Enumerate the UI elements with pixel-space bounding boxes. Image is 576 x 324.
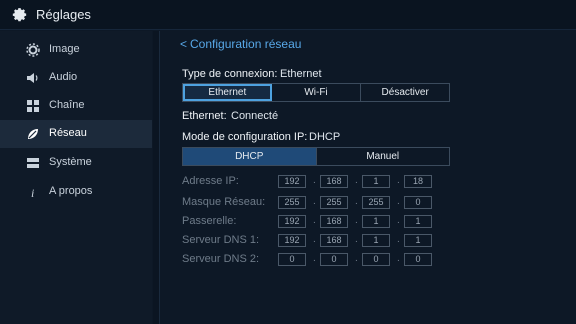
- sidebar-item-chaine[interactable]: Chaîne: [0, 92, 152, 120]
- connection-type-value: Ethernet: [280, 68, 322, 80]
- sidebar-item-systeme[interactable]: Système: [0, 149, 152, 177]
- octet-separator: .: [355, 253, 358, 264]
- title-bar: Réglages: [0, 0, 576, 30]
- option-manuel[interactable]: Manuel: [317, 148, 450, 165]
- octet-separator: .: [313, 175, 316, 186]
- sidebar-item-reseau[interactable]: Réseau: [0, 120, 152, 148]
- octet-separator: .: [397, 215, 400, 226]
- sidebar-item-label: Chaîne: [49, 99, 85, 111]
- network-config-panel: < Configuration réseau Type de connexion:…: [160, 31, 576, 324]
- octet-field: 1: [362, 215, 390, 228]
- octet-field: 0: [362, 253, 390, 266]
- gear-icon: [12, 8, 27, 22]
- field-label: Serveur DNS 1:: [182, 234, 260, 246]
- octet-separator: .: [313, 234, 316, 245]
- octet-separator: .: [355, 215, 358, 226]
- field-label: Passerelle:: [182, 215, 237, 227]
- option-dhcp[interactable]: DHCP: [183, 148, 317, 165]
- octet-separator: .: [397, 234, 400, 245]
- system-icon: [27, 158, 39, 168]
- octet-field: 1: [362, 234, 390, 247]
- sidebar-item-label: Réseau: [49, 127, 87, 139]
- octet-field: 1: [362, 175, 390, 188]
- octet-separator: .: [313, 196, 316, 207]
- chevron-left-icon: <: [180, 37, 188, 51]
- sidebar-item-a-propos[interactable]: i A propos: [0, 178, 152, 206]
- gateway-row: Passerelle: 192 . 168 . 1 . 1: [182, 215, 442, 229]
- subnet-mask-row: Masque Réseau: 255 . 255 . 255 . 0: [182, 196, 442, 210]
- info-icon: i: [31, 186, 34, 199]
- octet-field: 255: [362, 196, 390, 209]
- octet-separator: .: [397, 196, 400, 207]
- octet-separator: .: [313, 215, 316, 226]
- field-label: Serveur DNS 2:: [182, 253, 260, 265]
- sidebar-item-label: Image: [49, 43, 80, 55]
- octet-field: 18: [404, 175, 432, 188]
- octet-separator: .: [313, 253, 316, 264]
- octet-field: 255: [278, 196, 306, 209]
- ip-mode-selector: DHCP Manuel: [182, 147, 450, 166]
- octet-field: 0: [278, 253, 306, 266]
- option-wifi[interactable]: Wi-Fi: [272, 84, 362, 101]
- octet-field: 255: [320, 196, 348, 209]
- dns1-row: Serveur DNS 1: 192 . 168 . 1 . 1: [182, 234, 442, 248]
- ip-mode-value: DHCP: [309, 131, 341, 143]
- svg-text:i: i: [31, 186, 34, 199]
- sidebar: Image Audio Chaîne Réseau Système i A pr…: [0, 31, 159, 324]
- ethernet-status-label: Ethernet:: [182, 110, 227, 122]
- option-ethernet[interactable]: Ethernet: [183, 84, 272, 101]
- octet-field: 1: [404, 215, 432, 228]
- image-settings-icon: [26, 43, 40, 57]
- octet-field: 192: [278, 234, 306, 247]
- sidebar-item-label: A propos: [49, 185, 93, 197]
- page-title: Configuration réseau: [190, 37, 302, 51]
- connection-type-label: Type de connexion:: [182, 68, 278, 80]
- option-desactiver[interactable]: Désactiver: [361, 84, 449, 101]
- network-leaf-icon: [28, 129, 38, 139]
- ip-address-row: Adresse IP: 192 . 168 . 1 . 18: [182, 175, 442, 189]
- octet-field: 1: [404, 234, 432, 247]
- back-link[interactable]: < Configuration réseau: [180, 37, 301, 51]
- sidebar-item-audio[interactable]: Audio: [0, 64, 152, 92]
- octet-field: 168: [320, 175, 348, 188]
- octet-separator: .: [397, 253, 400, 264]
- grid-icon: [27, 100, 39, 112]
- octet-field: 0: [404, 196, 432, 209]
- speaker-icon: [27, 73, 38, 83]
- octet-field: 0: [404, 253, 432, 266]
- octet-field: 168: [320, 234, 348, 247]
- octet-separator: .: [355, 175, 358, 186]
- app-title: Réglages: [36, 7, 91, 22]
- field-label: Masque Réseau:: [182, 196, 266, 208]
- octet-field: 168: [320, 215, 348, 228]
- octet-field: 192: [278, 215, 306, 228]
- octet-separator: .: [355, 196, 358, 207]
- octet-separator: .: [397, 175, 400, 186]
- octet-separator: .: [355, 234, 358, 245]
- octet-field: 0: [320, 253, 348, 266]
- field-label: Adresse IP:: [182, 175, 239, 187]
- connection-type-selector: Ethernet Wi-Fi Désactiver: [182, 83, 450, 102]
- octet-field: 192: [278, 175, 306, 188]
- ip-mode-label: Mode de configuration IP:: [182, 131, 308, 143]
- sidebar-item-label: Système: [49, 156, 92, 168]
- sidebar-item-image[interactable]: Image: [0, 36, 152, 64]
- ethernet-status-value: Connecté: [231, 110, 279, 122]
- dns2-row: Serveur DNS 2: 0 . 0 . 0 . 0: [182, 253, 442, 267]
- sidebar-item-label: Audio: [49, 71, 78, 83]
